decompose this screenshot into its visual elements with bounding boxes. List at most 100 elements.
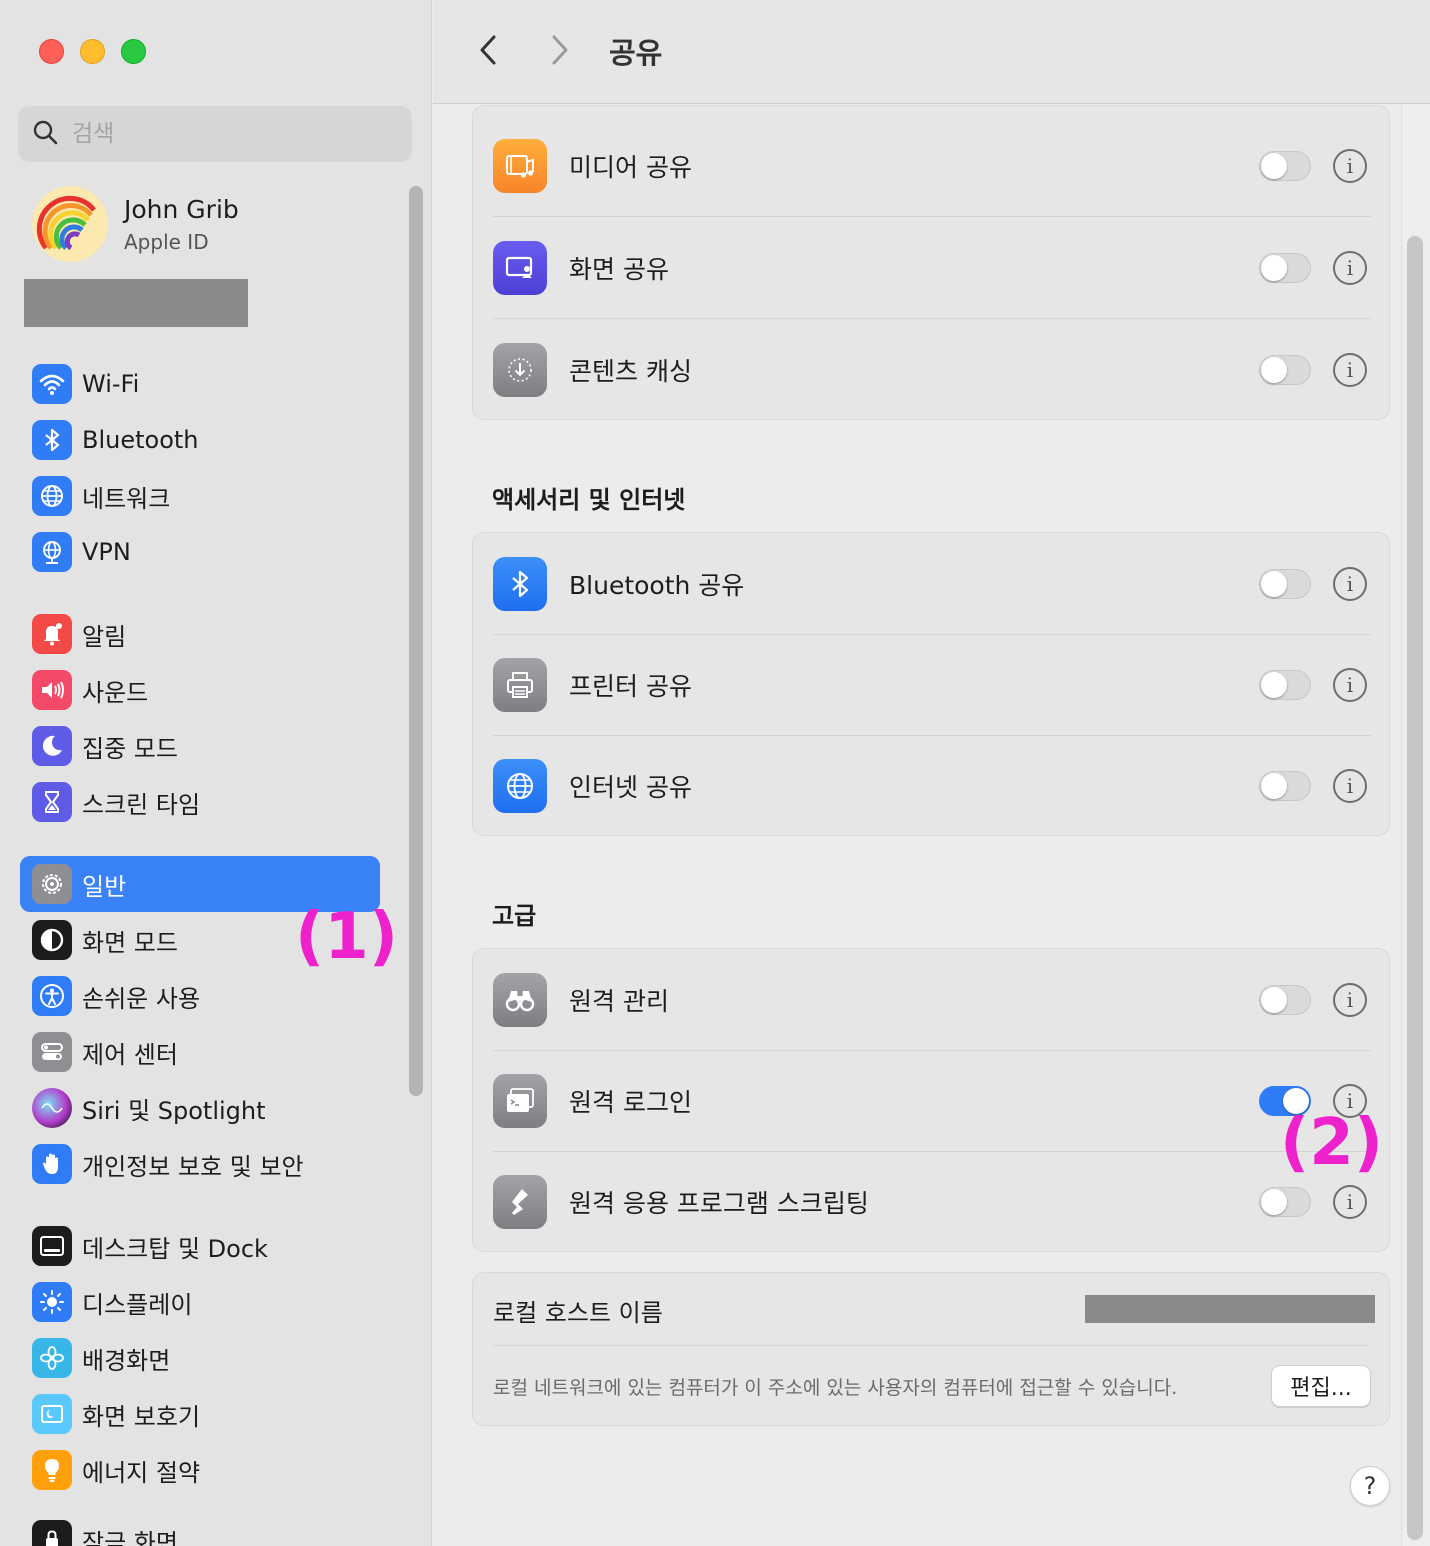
- section-title-accessories: 액세서리 및 인터넷: [492, 486, 686, 514]
- sidebar-item-notifications[interactable]: 알림: [20, 606, 380, 662]
- hostname-description: 로컬 네트워크에 있는 컴퓨터가 이 주소에 있는 사용자의 컴퓨터에 접근할 …: [493, 1377, 1178, 1399]
- sidebar-item-label: 네트워크: [82, 484, 171, 513]
- profile-subtitle: Apple ID: [124, 229, 209, 254]
- accessibility-icon: [32, 976, 72, 1016]
- window-controls: [39, 39, 146, 64]
- info-icon[interactable]: i: [1333, 668, 1367, 702]
- info-icon[interactable]: i: [1333, 251, 1367, 285]
- sidebar-item-label: 스크린 타임: [82, 790, 201, 819]
- sidebar-item-wifi[interactable]: Wi-Fi: [20, 356, 380, 412]
- avatar: [32, 186, 108, 262]
- sidebar-item-label: 에너지 절약: [82, 1458, 201, 1487]
- hostname-label: 로컬 호스트 이름: [493, 1299, 663, 1327]
- sidebar-item-label: 화면 보호기: [82, 1402, 201, 1431]
- content-caching-icon: [493, 343, 547, 397]
- script-icon: [493, 1175, 547, 1229]
- internet-sharing-toggle[interactable]: [1259, 771, 1311, 801]
- info-icon[interactable]: i: [1333, 769, 1367, 803]
- sidebar-item-label: Wi-Fi: [82, 370, 140, 398]
- list-item-printer-sharing: 프린터 공유 i: [493, 634, 1371, 736]
- speaker-icon: [32, 670, 72, 710]
- row-label: 콘텐츠 캐싱: [569, 357, 692, 386]
- bluetooth-sharing-toggle[interactable]: [1259, 569, 1311, 599]
- redacted-block: [24, 279, 248, 327]
- sidebar-item-label: 알림: [82, 622, 127, 651]
- sidebar-item-sound[interactable]: 사운드: [20, 662, 380, 718]
- sidebar-item-label: 사운드: [82, 678, 149, 707]
- sidebar-item-screen-time[interactable]: 스크린 타임: [20, 774, 380, 830]
- main-scrollbar[interactable]: [1407, 236, 1423, 1540]
- sidebar-item-network[interactable]: 네트워크: [20, 468, 380, 524]
- sidebar-item-vpn[interactable]: VPN: [20, 524, 380, 580]
- list-item-remote-login: 원격 로그인 i: [493, 1050, 1371, 1152]
- sidebar-item-control-center[interactable]: 제어 센터: [20, 1024, 380, 1080]
- bell-icon: [32, 614, 72, 654]
- row-label: 인터넷 공유: [569, 773, 692, 802]
- sidebar-item-energy-saver[interactable]: 에너지 절약: [20, 1442, 380, 1498]
- sidebar-item-wallpaper[interactable]: 배경화면: [20, 1330, 380, 1386]
- sidebar-item-focus[interactable]: 집중 모드: [20, 718, 380, 774]
- info-icon[interactable]: i: [1333, 149, 1367, 183]
- chevron-right-icon: [552, 35, 568, 65]
- edit-button[interactable]: 편집...: [1271, 1365, 1371, 1407]
- sidebar-item-label: Bluetooth: [82, 426, 199, 454]
- chevron-left-icon: [480, 35, 496, 65]
- sidebar-item-lock-screen[interactable]: 잠금 화면: [20, 1512, 380, 1546]
- search-field[interactable]: [18, 106, 412, 162]
- info-icon[interactable]: i: [1333, 567, 1367, 601]
- gear-icon: [32, 864, 72, 904]
- search-input[interactable]: [72, 121, 372, 147]
- media-sharing-icon: [493, 139, 547, 193]
- content-caching-toggle[interactable]: [1259, 355, 1311, 385]
- internet-sharing-icon: [493, 759, 547, 813]
- sidebar-item-privacy-security[interactable]: 개인정보 보호 및 보안: [20, 1136, 380, 1192]
- info-icon[interactable]: i: [1333, 983, 1367, 1017]
- info-icon[interactable]: i: [1333, 353, 1367, 387]
- sidebar-item-bluetooth[interactable]: Bluetooth: [20, 412, 380, 468]
- list-item-content-caching: 콘텐츠 캐싱 i: [493, 319, 1371, 421]
- zoom-window-button[interactable]: [121, 39, 146, 64]
- printer-sharing-toggle[interactable]: [1259, 670, 1311, 700]
- row-label: 원격 관리: [569, 987, 669, 1016]
- info-icon[interactable]: i: [1333, 1185, 1367, 1219]
- sidebar-item-displays[interactable]: 디스플레이: [20, 1274, 380, 1330]
- sidebar-item-label: 화면 모드: [82, 928, 178, 957]
- moon-icon: [32, 726, 72, 766]
- sidebar-item-accessibility[interactable]: 손쉬운 사용: [20, 968, 380, 1024]
- sidebar-item-desktop-dock[interactable]: 데스크탑 및 Dock: [20, 1218, 380, 1274]
- remote-scripting-toggle[interactable]: [1259, 1187, 1311, 1217]
- row-label: 원격 응용 프로그램 스크립팅: [569, 1189, 869, 1218]
- media-sharing-toggle[interactable]: [1259, 151, 1311, 181]
- close-window-button[interactable]: [39, 39, 64, 64]
- sidebar-item-screen-saver[interactable]: 화면 보호기: [20, 1386, 380, 1442]
- apple-id-profile[interactable]: John Grib Apple ID: [32, 186, 239, 262]
- screen-sharing-icon: [493, 241, 547, 295]
- sidebar-item-label: 손쉬운 사용: [82, 984, 201, 1013]
- sidebar-item-label: 디스플레이: [82, 1290, 193, 1319]
- minimize-window-button[interactable]: [80, 39, 105, 64]
- hostname-group: 로컬 호스트 이름 로컬 네트워크에 있는 컴퓨터가 이 주소에 있는 사용자의…: [472, 1272, 1390, 1426]
- row-label: 원격 로그인: [569, 1088, 692, 1117]
- content-sharing-group: 미디어 공유 i 화면 공유 i 콘텐츠 캐싱 i: [472, 105, 1390, 420]
- back-button[interactable]: [473, 30, 503, 70]
- list-item-bluetooth-sharing: Bluetooth 공유 i: [493, 533, 1371, 635]
- sidebar-item-siri-spotlight[interactable]: Siri 및 Spotlight: [20, 1080, 380, 1136]
- control-center-icon: [32, 1032, 72, 1072]
- sidebar-scrollbar[interactable]: [409, 186, 423, 1096]
- toolbar: 공유: [433, 0, 1430, 104]
- forward-button[interactable]: [545, 30, 575, 70]
- help-button[interactable]: ?: [1350, 1466, 1390, 1506]
- annotation-2: (2): [1280, 1106, 1384, 1180]
- sun-icon: [32, 1282, 72, 1322]
- accessories-group: Bluetooth 공유 i 프린터 공유 i 인터넷 공유 i: [472, 532, 1390, 836]
- row-label: 화면 공유: [569, 255, 669, 284]
- bluetooth-sharing-icon: [493, 557, 547, 611]
- row-label: Bluetooth 공유: [569, 571, 745, 600]
- remote-management-toggle[interactable]: [1259, 985, 1311, 1015]
- terminal-icon: [493, 1074, 547, 1128]
- search-icon: [32, 119, 58, 149]
- screen-sharing-toggle[interactable]: [1259, 253, 1311, 283]
- row-label: 프린터 공유: [569, 672, 692, 701]
- sidebar-item-label: 개인정보 보호 및 보안: [82, 1152, 304, 1181]
- sidebar: John Grib Apple ID Wi-Fi Bluetooth 네트워크 …: [0, 0, 432, 1546]
